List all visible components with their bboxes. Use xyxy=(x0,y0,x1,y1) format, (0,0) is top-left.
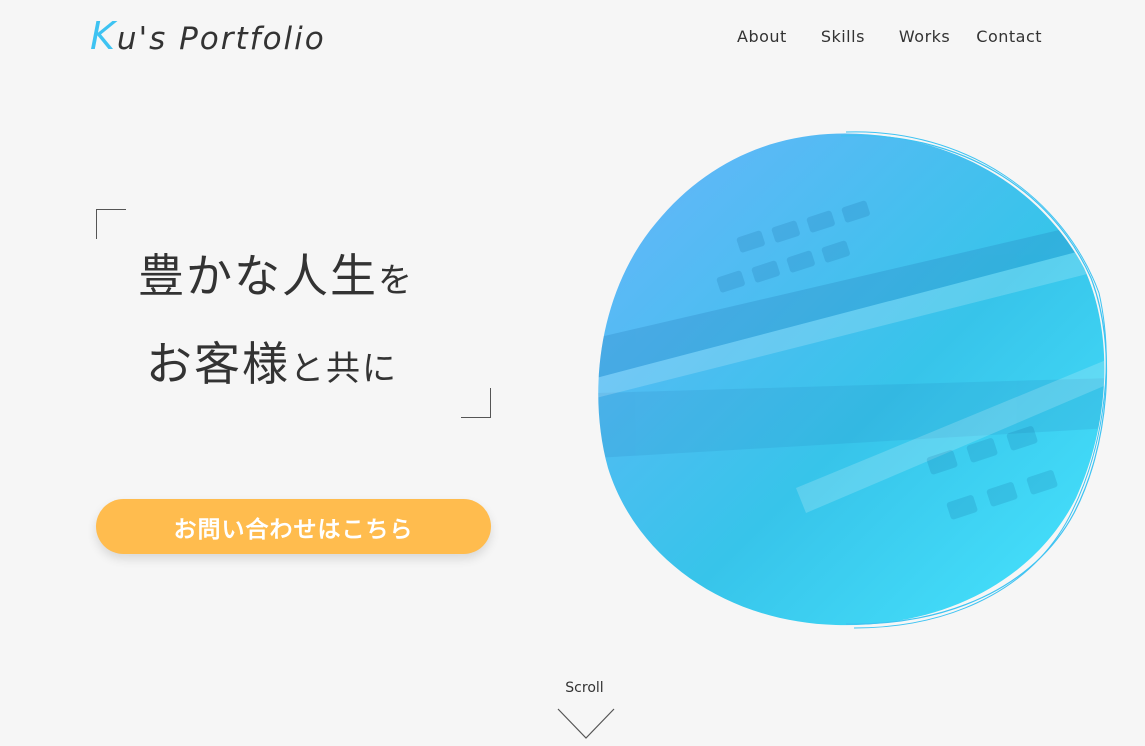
nav-link-about[interactable]: About xyxy=(720,26,804,48)
hero-line2-together: 共 xyxy=(326,349,362,389)
hero-line2-particle: と xyxy=(290,349,326,389)
corner-bracket-bottom-right xyxy=(461,388,491,418)
main-nav: About Skills Works Contact xyxy=(720,26,1042,48)
hero-headline-line1: 豊かな人生を xyxy=(138,240,458,306)
nav-link-skills[interactable]: Skills xyxy=(804,26,882,48)
nav-link-works[interactable]: Works xyxy=(882,26,967,48)
corner-bracket-top-left xyxy=(96,209,126,239)
contact-cta-button[interactable]: お問い合わせはこちら xyxy=(96,499,491,554)
hero-line2-customer: お客様 xyxy=(146,337,290,391)
hero-line1-particle: を xyxy=(378,261,414,301)
hero-image-blob xyxy=(596,128,1111,633)
logo-initial: K xyxy=(90,14,117,58)
scroll-label: Scroll xyxy=(565,680,604,696)
site-logo[interactable]: Ku's Portfolio xyxy=(90,14,326,58)
logo-text: u's Portfolio xyxy=(116,21,326,57)
nav-link-contact[interactable]: Contact xyxy=(959,26,1042,48)
hero-line2-end: に xyxy=(362,349,398,389)
chevron-down-icon[interactable] xyxy=(556,707,616,741)
hero-line1-main: 豊かな人生 xyxy=(138,249,378,303)
hero-headline-line2: お客様と共に xyxy=(146,328,466,394)
